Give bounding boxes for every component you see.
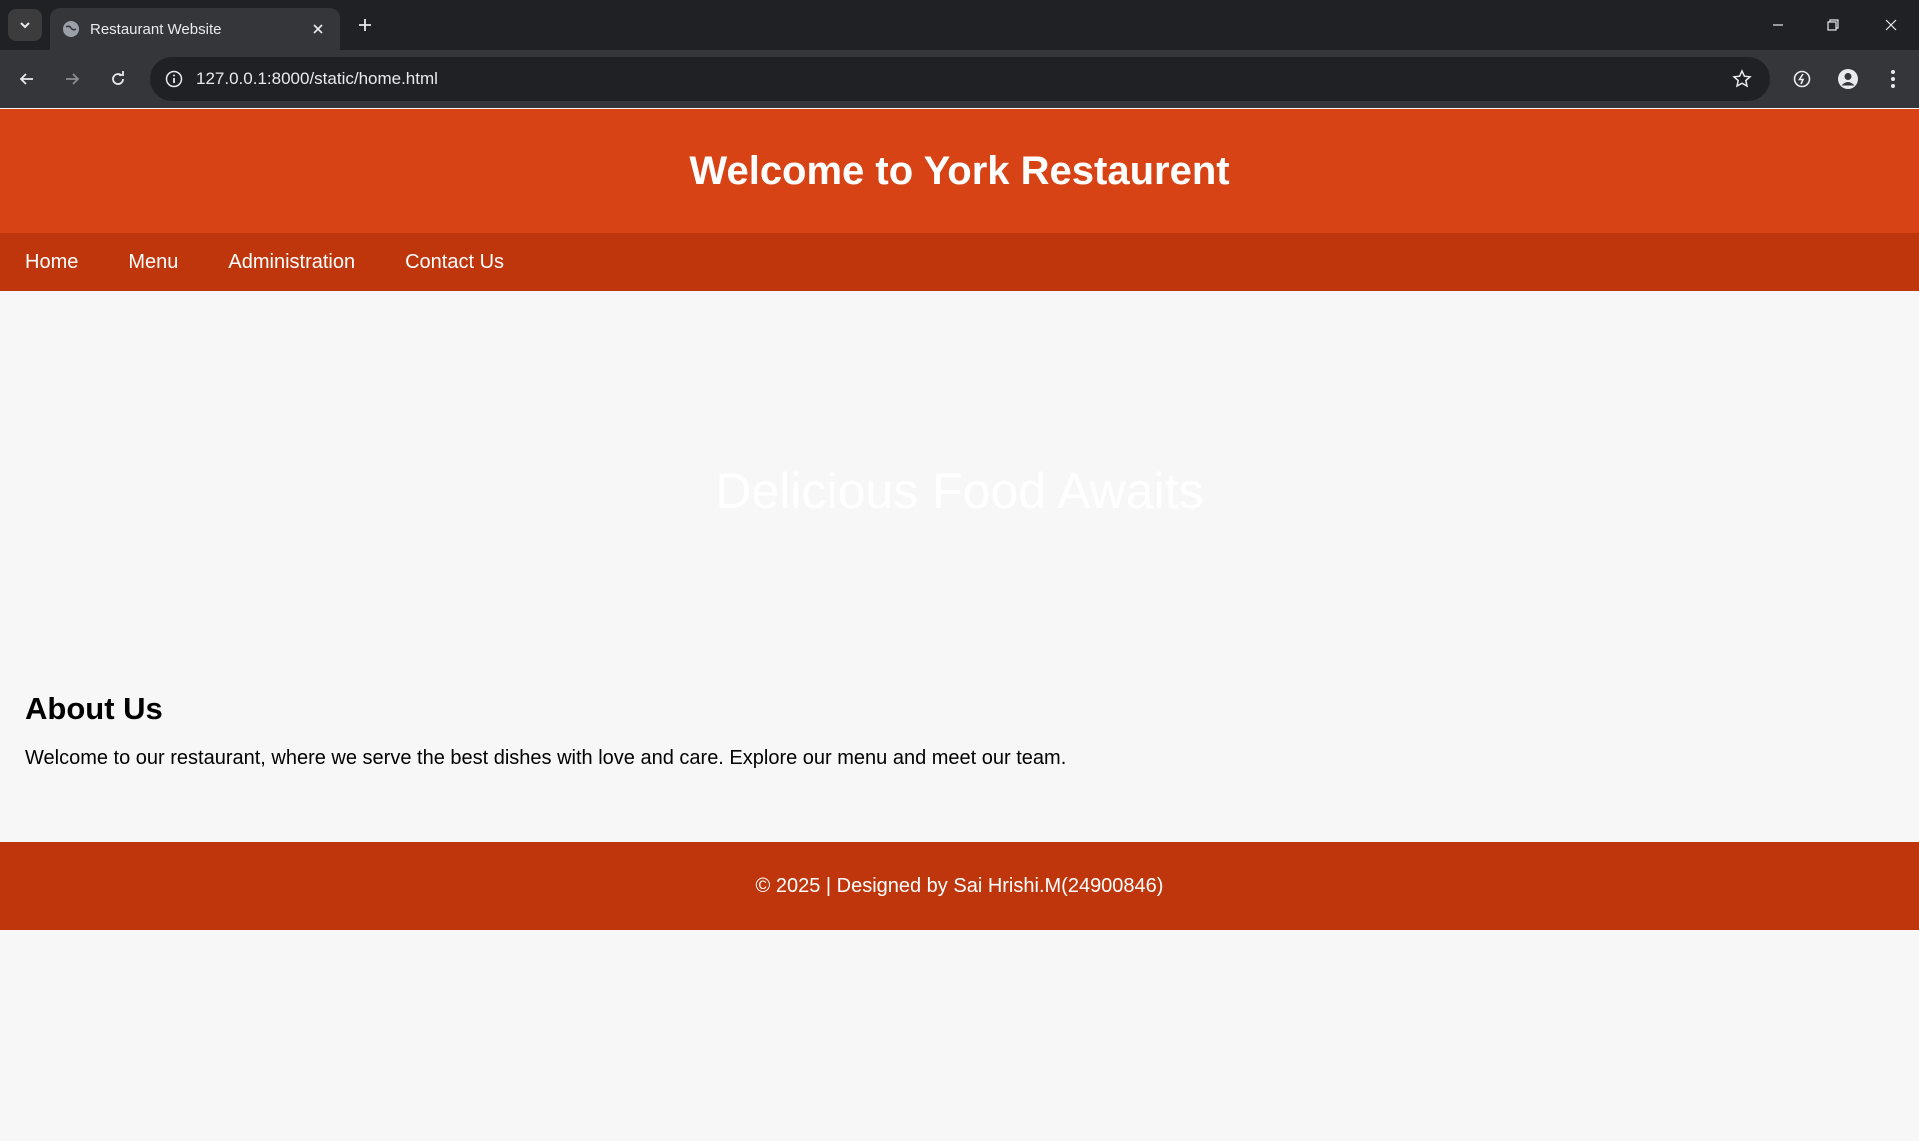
minimize-icon xyxy=(1773,24,1783,26)
back-button[interactable] xyxy=(12,64,42,94)
address-bar[interactable]: 127.0.0.1:8000/static/home.html xyxy=(150,57,1770,101)
nav-link-administration[interactable]: Administration xyxy=(228,251,355,274)
new-tab-button[interactable] xyxy=(352,12,378,38)
nav-link-contact-us[interactable]: Contact Us xyxy=(405,251,504,274)
site-title: Welcome to York Restaurent xyxy=(689,148,1230,193)
reload-icon xyxy=(112,71,124,85)
page-viewport: Welcome to York Restaurent Home Menu Adm… xyxy=(0,109,1919,1141)
url-text[interactable]: 127.0.0.1:8000/static/home.html xyxy=(196,69,1722,89)
browser-toolbar: 127.0.0.1:8000/static/home.html xyxy=(0,50,1919,108)
site-info-button[interactable] xyxy=(152,57,196,101)
tab-close-button[interactable] xyxy=(306,17,330,41)
globe-icon xyxy=(63,21,79,37)
nav-link-home[interactable]: Home xyxy=(25,251,78,274)
nav-link-menu[interactable]: Menu xyxy=(128,251,178,274)
site-footer: © 2025 | Designed by Sai Hrishi.M(249008… xyxy=(0,842,1919,930)
reload-button[interactable] xyxy=(103,64,133,94)
close-icon xyxy=(1885,19,1897,31)
browser-menu-button[interactable] xyxy=(1878,64,1908,94)
forward-button[interactable] xyxy=(57,64,87,94)
extension-button[interactable] xyxy=(1787,64,1817,94)
restore-button[interactable] xyxy=(1813,10,1853,40)
kebab-menu-icon xyxy=(1891,70,1895,88)
hero-heading: Delicious Food Awaits xyxy=(715,463,1204,519)
arrow-right-icon xyxy=(66,73,80,85)
site-header: Welcome to York Restaurent xyxy=(0,109,1919,233)
footer-text: © 2025 | Designed by Sai Hrishi.M(249008… xyxy=(755,874,1164,897)
tab-search-button[interactable] xyxy=(8,9,42,41)
about-section: About Us Welcome to our restaurant, wher… xyxy=(0,691,1919,770)
extension-icon xyxy=(1793,70,1811,88)
about-body: Welcome to our restaurant, where we serv… xyxy=(25,747,1067,769)
browser-tab[interactable]: Restaurant Website xyxy=(50,8,340,50)
bookmark-button[interactable] xyxy=(1722,59,1762,99)
profile-button[interactable] xyxy=(1833,64,1863,94)
browser-tabstrip: Restaurant Website xyxy=(0,0,1919,50)
close-icon xyxy=(313,24,323,34)
main-nav: Home Menu Administration Contact Us xyxy=(0,233,1919,291)
hero-banner: Delicious Food Awaits xyxy=(0,291,1919,691)
star-icon xyxy=(1732,69,1752,88)
about-heading: About Us xyxy=(25,691,163,726)
profile-icon xyxy=(1838,69,1858,89)
arrow-left-icon xyxy=(19,73,33,85)
info-icon xyxy=(165,70,183,88)
minimize-button[interactable] xyxy=(1758,10,1798,40)
restore-icon xyxy=(1827,19,1839,31)
close-window-button[interactable] xyxy=(1871,10,1911,40)
tab-title: Restaurant Website xyxy=(90,20,222,38)
chevron-down-icon xyxy=(20,22,30,29)
plus-icon xyxy=(359,19,371,31)
